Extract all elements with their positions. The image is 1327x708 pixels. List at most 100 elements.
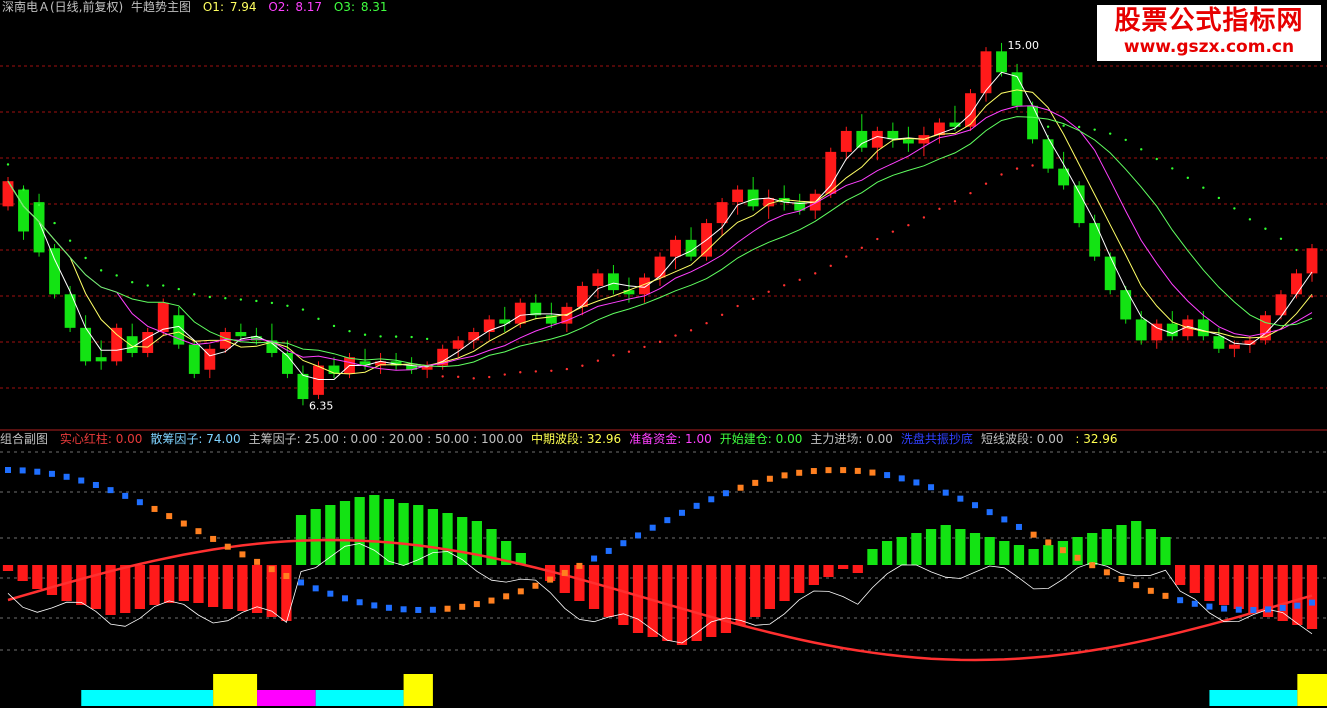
- candle-body: [297, 373, 309, 400]
- trend-dot: [177, 287, 180, 291]
- sub-bar: [1145, 529, 1156, 565]
- trend-dot: [720, 313, 724, 317]
- sub-bar: [838, 565, 849, 569]
- sub-bar: [1233, 565, 1244, 609]
- mid-wave-marker: [547, 576, 554, 583]
- candle-body: [1228, 344, 1240, 349]
- trend-dot: [969, 191, 972, 195]
- sub-bar: [618, 565, 629, 625]
- mid-wave-marker: [283, 573, 290, 580]
- trend-dot: [674, 334, 677, 337]
- mid-wave-marker: [385, 604, 392, 611]
- ma-line-12: [7, 116, 1313, 368]
- trend-dot: [348, 329, 351, 333]
- trend-dot: [550, 369, 553, 372]
- mid-wave-marker: [928, 484, 935, 491]
- trend-dot: [363, 333, 367, 336]
- sub-title: 组合副图: [0, 432, 49, 446]
- signal-band: [1209, 690, 1298, 706]
- mid-wave-marker: [195, 528, 202, 535]
- mid-wave-marker: [1294, 602, 1301, 609]
- sub-bar: [925, 529, 937, 565]
- sub-bar: [1116, 525, 1127, 565]
- sub-bar: [676, 565, 688, 645]
- sub-bar: [46, 565, 58, 595]
- mid-wave-marker: [664, 517, 671, 524]
- candle-body: [623, 290, 635, 295]
- sub-bar: [823, 565, 834, 577]
- trend-dot: [798, 278, 801, 282]
- candle-body: [747, 189, 759, 207]
- trend-dot: [488, 375, 491, 379]
- sub-bar: [32, 565, 43, 589]
- candle-body: [1089, 223, 1101, 257]
- trend-dot: [456, 375, 460, 379]
- mid-wave-marker: [1191, 600, 1198, 607]
- candle-body: [1166, 323, 1178, 337]
- trend-dot: [984, 182, 988, 185]
- mid-wave-marker: [649, 524, 656, 531]
- candle-body: [670, 239, 681, 257]
- trend-dot: [519, 371, 522, 374]
- sub-bar: [940, 525, 951, 565]
- sub-bar: [735, 565, 746, 625]
- ma-line-3: [7, 71, 1313, 380]
- o2-label: O2:: [268, 0, 290, 14]
- trend-dot: [922, 216, 926, 219]
- sub-bar: [1043, 545, 1054, 565]
- trend-dot: [1140, 148, 1143, 151]
- site-logo: 股票公式指标网 www.gszx.com.cn: [1097, 5, 1321, 61]
- trend-dot: [876, 237, 879, 241]
- trend-dot: [37, 203, 41, 207]
- sub-bar: [1175, 565, 1186, 585]
- trend-dot: [208, 295, 212, 299]
- trend-dot: [534, 370, 538, 373]
- o1-value: 7.94: [229, 0, 257, 14]
- sub-bar: [999, 541, 1010, 565]
- sub-bar: [354, 497, 365, 565]
- sub-item-3: 中期波段: 32.96: [530, 432, 622, 446]
- sub-bar: [237, 565, 248, 611]
- mid-wave-marker: [884, 472, 891, 479]
- trend-dot: [317, 317, 320, 321]
- mid-wave-marker: [92, 481, 99, 488]
- sub-bar: [779, 565, 790, 601]
- sub-bar: [1218, 565, 1230, 605]
- trend-dot: [68, 239, 72, 242]
- stock-chart[interactable]: 15.00 6.35: [0, 0, 1327, 708]
- mid-wave-marker: [825, 467, 832, 474]
- mid-wave-marker: [400, 606, 407, 613]
- sub-bar: [76, 565, 87, 605]
- mid-wave-marker: [752, 479, 759, 486]
- trend-dot: [953, 200, 957, 203]
- trend-dot: [22, 188, 25, 191]
- trend-dot: [751, 297, 755, 301]
- candle-body: [514, 302, 526, 324]
- sub-bar: [984, 537, 995, 565]
- trend-dot: [736, 304, 739, 308]
- mid-wave-marker: [1235, 606, 1242, 613]
- candle-body: [33, 202, 45, 253]
- trend-dot: [845, 255, 848, 258]
- mid-wave-marker: [224, 543, 231, 550]
- mid-wave-marker: [810, 468, 817, 475]
- trend-dot: [1000, 173, 1003, 176]
- sub-bar: [867, 549, 878, 565]
- main-chart-header: 深南电Ａ(日线,前复权) 牛趋势主图 O1: 7.94 O2: 8.17 O3:…: [2, 0, 396, 14]
- sub-bar: [881, 541, 893, 565]
- mid-wave-marker: [576, 562, 583, 569]
- trend-dot: [1171, 167, 1174, 170]
- trend-dot: [1202, 186, 1205, 189]
- mid-wave-marker: [766, 475, 773, 482]
- mid-wave-marker: [986, 509, 993, 516]
- trend-dot: [814, 272, 817, 275]
- mid-wave-marker: [503, 593, 510, 600]
- trend-dot: [1093, 128, 1096, 131]
- sub-bar: [1248, 565, 1259, 613]
- mid-wave-marker: [1103, 569, 1110, 576]
- mid-wave-marker: [972, 502, 979, 509]
- logo-title: 股票公式指标网: [1114, 6, 1304, 36]
- sub-item-9: : 32.96: [1071, 432, 1118, 446]
- sub-bar: [310, 509, 321, 565]
- sub-bar: [266, 565, 277, 617]
